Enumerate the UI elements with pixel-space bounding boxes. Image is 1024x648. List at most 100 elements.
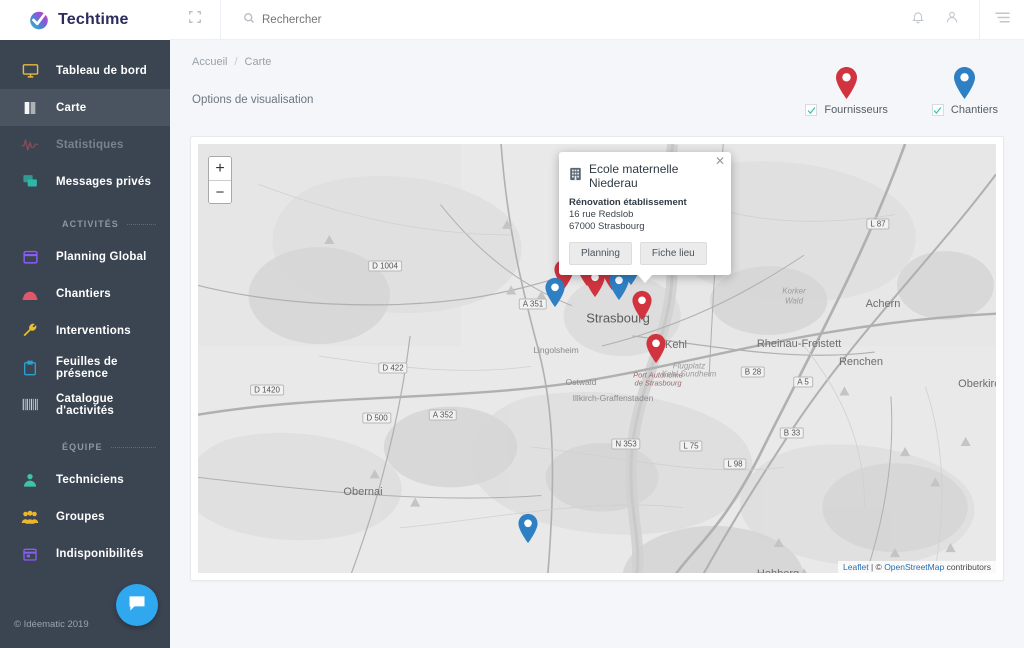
search-box[interactable] [220, 0, 901, 40]
sidebar-item-label: Planning Global [56, 250, 147, 263]
map-legend: Fournisseurs Chantiers [805, 66, 998, 116]
sidebar-item-label: Interventions [56, 324, 131, 337]
road-shield: B 33 [779, 427, 805, 439]
group-icon [20, 507, 40, 527]
app-root: Techtime Tableau de bord Carte Statistiq… [0, 0, 1024, 648]
sidebar-item-tableau-de-bord[interactable]: Tableau de bord [0, 52, 170, 89]
attrib-copy: © [875, 562, 882, 572]
zoom-in-button[interactable]: + [209, 157, 231, 180]
map-canvas[interactable]: + − StrasbourgKehlOffenburgAchernRenchen… [198, 144, 996, 573]
search-input[interactable] [262, 13, 482, 26]
sidebar-item-groupes[interactable]: Groupes [0, 498, 170, 535]
fullscreen-icon [188, 10, 202, 29]
fullscreen-button[interactable] [170, 10, 220, 29]
road-shield: N 353 [611, 438, 641, 450]
sidebar-section-label: ÉQUIPE [62, 442, 103, 452]
road-shield: L 87 [866, 218, 890, 230]
legend-item-fournisseurs[interactable]: Fournisseurs [805, 66, 888, 116]
main-area: Accueil / Carte Options de visualisation [170, 0, 1024, 648]
road-shield: D 1420 [250, 384, 284, 396]
sidebar-item-statistiques[interactable]: Statistiques [0, 126, 170, 163]
breadcrumb-home[interactable]: Accueil [192, 56, 227, 68]
page-content: Accueil / Carte Options de visualisation [170, 40, 1024, 648]
sidebar-item-interventions[interactable]: Interventions [0, 312, 170, 349]
sidebar-item-planning-global[interactable]: Planning Global [0, 238, 170, 275]
map-label: de Strasbourg [634, 378, 682, 388]
sidebar-item-techniciens[interactable]: Techniciens [0, 461, 170, 498]
popup-title: Ecole maternelle Niederau [589, 162, 679, 190]
brand[interactable]: Techtime [0, 0, 170, 40]
sidebar-item-label: Chantiers [56, 287, 111, 300]
road-shield: L 75 [679, 440, 703, 452]
chat-fab-button[interactable] [116, 584, 158, 626]
sidebar-section-label: ACTIVITÉS [62, 219, 119, 229]
legend-checkbox-chantiers[interactable] [931, 104, 944, 116]
sidebar-item-carte[interactable]: Carte [0, 89, 170, 126]
monitor-icon [20, 61, 40, 81]
sidebar-item-feuilles-de-presence[interactable]: Feuilles de présence [0, 349, 170, 386]
menu-icon [994, 11, 1011, 29]
sidebar-section-activites: ACTIVITÉS [0, 200, 170, 238]
sidebar-item-label: Messages privés [56, 175, 152, 188]
sidebar-item-indisponibilites[interactable]: Indisponibilités [0, 535, 170, 572]
legend-row: Fournisseurs [805, 104, 888, 116]
map-marker-fournisseur[interactable] [645, 333, 668, 369]
sidebar-item-catalogue-activites[interactable]: Catalogue d'activités [0, 386, 170, 423]
road-shield: A 352 [428, 409, 458, 421]
clipboard-icon [20, 358, 40, 378]
notifications-button[interactable] [901, 0, 935, 40]
road-shield: B 28 [740, 366, 766, 378]
road-shield: D 422 [378, 362, 408, 374]
sidebar-item-label: Groupes [56, 510, 105, 523]
legend-item-chantiers[interactable]: Chantiers [931, 66, 998, 116]
breadcrumb-current[interactable]: Carte [245, 56, 272, 68]
topbar-actions [901, 0, 1024, 40]
topbar [170, 0, 1024, 40]
sidebar-item-label: Feuilles de présence [56, 355, 118, 380]
attrib-pipe: | [870, 562, 874, 572]
osm-link[interactable]: OpenStreetMap [884, 562, 944, 572]
fiche-lieu-button[interactable]: Fiche lieu [639, 242, 707, 265]
divider [110, 446, 156, 448]
map-label: Ostwald [565, 377, 597, 387]
pulse-icon [20, 135, 40, 155]
map-marker-fournisseur[interactable] [631, 290, 654, 326]
road-shield: D 500 [362, 412, 392, 424]
map-label: Illkirch-Graffenstaden [572, 393, 654, 403]
sidebar-item-messages-prives[interactable]: Messages privés [0, 163, 170, 200]
techtime-logo-icon [28, 9, 50, 31]
road-shield: D 1004 [368, 260, 402, 272]
planning-button[interactable]: Planning [569, 242, 632, 265]
close-icon[interactable]: ✕ [715, 155, 725, 167]
sidebar-section-equipe: ÉQUIPE [0, 423, 170, 461]
map-label: Renchen [838, 356, 884, 368]
menu-button[interactable] [980, 0, 1024, 40]
user-outline-icon [945, 10, 959, 29]
zoom-out-button[interactable]: − [209, 180, 231, 203]
legend-label: Fournisseurs [824, 104, 888, 116]
map-marker-chantier[interactable] [608, 270, 631, 306]
legend-checkbox-fournisseurs[interactable] [805, 104, 818, 116]
zoom-control: + − [208, 156, 232, 204]
map-label: Lingolsheim [533, 345, 579, 355]
calendar-icon [20, 247, 40, 267]
map-label: Achern [865, 298, 901, 310]
building-icon [569, 167, 582, 186]
road-shield: A 5 [793, 376, 813, 388]
popup-address-line-1: 16 rue Redslob [569, 209, 634, 220]
leaflet-link[interactable]: Leaflet [843, 562, 869, 572]
map-marker-chantier[interactable] [517, 513, 540, 549]
legend-row: Chantiers [931, 104, 998, 116]
sidebar-nav: Tableau de bord Carte Statistiques Messa… [0, 40, 170, 572]
bell-icon [911, 10, 925, 29]
brand-name: Techtime [58, 11, 129, 28]
map-label: Kehl-Sundheim [661, 369, 717, 379]
map-book-icon [20, 98, 40, 118]
account-button[interactable] [935, 0, 969, 40]
helmet-icon [20, 284, 40, 304]
popup-tail [637, 274, 653, 283]
map-popup[interactable]: ✕ Ecole maternelle Niederau Rénovation é… [559, 152, 731, 283]
sidebar-item-label: Carte [56, 101, 87, 114]
sidebar-item-chantiers[interactable]: Chantiers [0, 275, 170, 312]
map-marker-chantier[interactable] [544, 277, 567, 313]
